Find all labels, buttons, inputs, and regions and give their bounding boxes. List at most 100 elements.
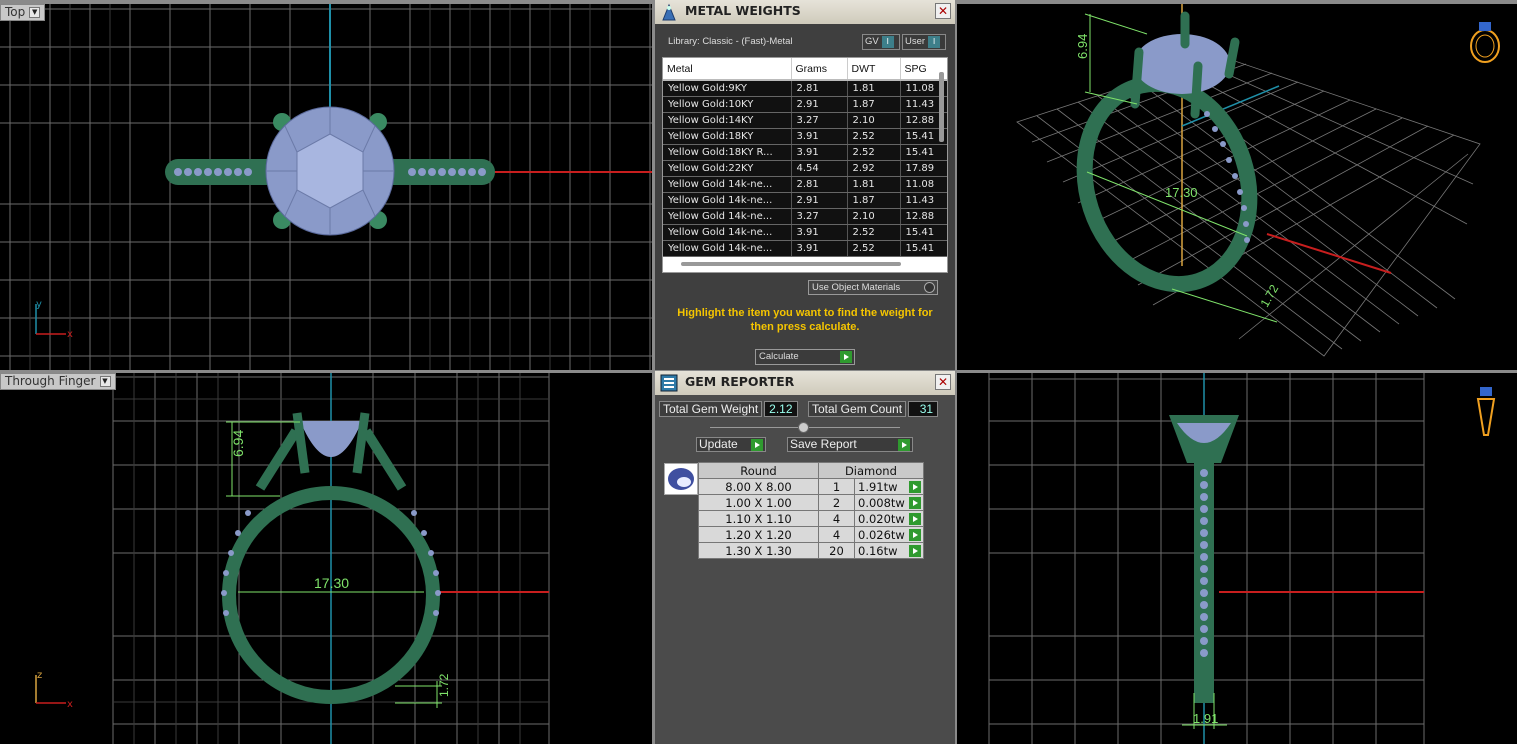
vertical-scrollbar[interactable] xyxy=(939,72,944,142)
viewport-top[interactable]: y x Top ▼ xyxy=(0,4,652,370)
table-row[interactable]: Yellow Gold:18KY R... 3.91 2.52 15.41 xyxy=(663,144,947,161)
update-button[interactable]: Update xyxy=(696,437,766,452)
play-arrow-icon xyxy=(751,439,763,451)
col-metal[interactable]: Metal xyxy=(663,58,792,81)
gem-weight: 0.026tw xyxy=(858,527,905,542)
table-row[interactable]: Yellow Gold:18KY 3.91 2.52 15.41 xyxy=(663,128,947,145)
total-gem-count: Total Gem Count 31 xyxy=(808,401,939,417)
horizontal-scrollbar[interactable] xyxy=(681,262,901,266)
cell-grams: 3.27 xyxy=(791,208,848,225)
table-row[interactable]: Yellow Gold:9KY 2.81 1.81 11.08 xyxy=(663,80,947,97)
play-arrow-icon[interactable] xyxy=(908,529,921,541)
table-row[interactable]: Yellow Gold:10KY 2.91 1.87 11.43 xyxy=(663,96,947,113)
cell-metal: Yellow Gold:10KY xyxy=(663,96,792,113)
gem-table-header: Round Diamond xyxy=(698,462,924,479)
gizmo-y-label: y xyxy=(36,299,42,310)
table-row[interactable]: Yellow Gold 14k-ne... 3.27 2.10 12.88 xyxy=(663,208,947,225)
calculate-label: Calculate xyxy=(759,351,799,362)
gem-row[interactable]: 1.10 X 1.10 4 0.020tw xyxy=(698,510,924,527)
play-arrow-icon[interactable] xyxy=(908,481,921,493)
table-header-row: Metal Grams DWT SPG xyxy=(663,58,947,81)
viewport-through-finger[interactable]: 6.94 17.30 1.72 z x Through Finger ▼ xyxy=(0,373,652,744)
total-gem-weight: Total Gem Weight 2.12 xyxy=(659,401,798,417)
close-icon[interactable]: ✕ xyxy=(935,3,951,19)
cell-dwt: 2.10 xyxy=(847,112,901,129)
gem-row[interactable]: 8.00 X 8.00 1 1.91tw xyxy=(698,478,924,495)
col-grams[interactable]: Grams xyxy=(791,58,848,81)
cell-spg: 12.88 xyxy=(900,208,947,225)
dim-width-side: 1.91 xyxy=(1193,711,1218,726)
viewport-side[interactable]: 1.91 xyxy=(957,373,1517,744)
cell-grams: 2.81 xyxy=(791,176,848,193)
col-dwt[interactable]: DWT xyxy=(847,58,901,81)
toggle-switch-icon: I xyxy=(881,36,894,48)
cell-spg: 11.43 xyxy=(900,192,947,209)
gem-table[interactable]: Round Diamond 8.00 X 8.00 1 1.91tw 1.00 X … xyxy=(698,462,924,559)
metal-weights-titlebar[interactable]: METAL WEIGHTS ✕ xyxy=(655,0,955,24)
table-row[interactable]: Yellow Gold 14k-ne... 3.91 2.52 15.41 xyxy=(663,224,947,241)
metal-weights-table[interactable]: Metal Grams DWT SPG Yellow Gold:9KY 2.81 1… xyxy=(662,57,948,273)
col-material: Diamond xyxy=(818,462,924,479)
cell-spg: 15.41 xyxy=(900,224,947,241)
table-row[interactable]: Yellow Gold 14k-ne... 3.91 2.52 15.41 xyxy=(663,240,947,257)
gem-reporter-panel: GEM REPORTER ✕ Total Gem Weight 2.12 Tot… xyxy=(655,371,955,744)
dim-height-front: 6.94 xyxy=(230,430,246,457)
gem-row[interactable]: 1.20 X 1.20 4 0.026tw xyxy=(698,526,924,543)
total-gem-weight-label: Total Gem Weight xyxy=(659,401,763,417)
cell-dwt: 2.52 xyxy=(847,144,901,161)
cell-grams: 3.91 xyxy=(791,240,848,257)
gem-size: 8.00 X 8.00 xyxy=(698,478,819,495)
gem-row[interactable]: 1.00 X 1.00 2 0.008tw xyxy=(698,494,924,511)
cell-metal: Yellow Gold:18KY xyxy=(663,128,792,145)
close-icon[interactable]: ✕ xyxy=(935,374,951,390)
cell-metal: Yellow Gold:18KY R... xyxy=(663,144,792,161)
viewport-perspective[interactable]: 6.94 17.30 1.72 xyxy=(957,4,1517,370)
round-gem-thumbnail[interactable] xyxy=(664,463,698,495)
cell-metal: Yellow Gold:14KY xyxy=(663,112,792,129)
gem-row[interactable]: 1.30 X 1.30 20 0.16tw xyxy=(698,542,924,559)
cell-dwt: 1.87 xyxy=(847,192,901,209)
cell-grams: 2.81 xyxy=(791,80,848,97)
dim-shank-persp: 1.72 xyxy=(1257,282,1281,310)
table-row[interactable]: Yellow Gold:22KY 4.54 2.92 17.89 xyxy=(663,160,947,177)
play-arrow-icon[interactable] xyxy=(908,513,921,525)
cell-grams: 3.91 xyxy=(791,224,848,241)
gizmo-x-label-front: x xyxy=(67,699,73,710)
dim-shank-front: 1.72 xyxy=(437,673,451,697)
table-row[interactable]: Yellow Gold 14k-ne... 2.81 1.81 11.08 xyxy=(663,176,947,193)
cell-grams: 3.27 xyxy=(791,112,848,129)
gizmo-z-label: z xyxy=(37,670,42,681)
ring-side-nav-icon[interactable] xyxy=(1476,387,1496,436)
gem-count: 4 xyxy=(818,526,855,543)
ring-nav-icon[interactable] xyxy=(1470,22,1500,63)
save-report-button[interactable]: Save Report xyxy=(787,437,913,452)
play-arrow-icon[interactable] xyxy=(908,497,921,509)
metal-weights-title: METAL WEIGHTS xyxy=(685,3,801,18)
chevron-down-icon[interactable]: ▼ xyxy=(99,376,111,387)
report-slider[interactable] xyxy=(710,422,900,433)
use-object-materials-toggle[interactable]: Use Object Materials xyxy=(808,280,938,295)
calculate-button[interactable]: Calculate xyxy=(755,349,855,365)
gv-toggle[interactable]: GV I xyxy=(862,34,900,50)
axis-x-line-persp xyxy=(1266,233,1392,274)
viewport-top-label[interactable]: Top ▼ xyxy=(0,4,46,21)
table-row[interactable]: Yellow Gold 14k-ne... 2.91 1.87 11.43 xyxy=(663,192,947,209)
chevron-down-icon[interactable]: ▼ xyxy=(29,7,41,18)
user-toggle[interactable]: User I xyxy=(902,34,946,50)
table-row[interactable]: Yellow Gold:14KY 3.27 2.10 12.88 xyxy=(663,112,947,129)
cell-dwt: 2.52 xyxy=(847,224,901,241)
radio-icon[interactable] xyxy=(924,282,935,293)
gem-size: 1.30 X 1.30 xyxy=(698,542,819,559)
viewport-front-label[interactable]: Through Finger ▼ xyxy=(0,373,116,390)
gem-count: 2 xyxy=(818,494,855,511)
slider-knob[interactable] xyxy=(798,422,809,433)
perspective-canvas: 6.94 17.30 1.72 xyxy=(1016,4,1500,357)
gem-size: 1.10 X 1.10 xyxy=(698,510,819,527)
play-arrow-icon xyxy=(898,439,910,451)
play-arrow-icon[interactable] xyxy=(908,545,921,557)
cell-dwt: 1.87 xyxy=(847,96,901,113)
cell-grams: 3.91 xyxy=(791,128,848,145)
gem-reporter-titlebar[interactable]: GEM REPORTER ✕ xyxy=(655,371,955,395)
dim-height-persp: 6.94 xyxy=(1075,34,1090,59)
cell-dwt: 1.81 xyxy=(847,80,901,97)
